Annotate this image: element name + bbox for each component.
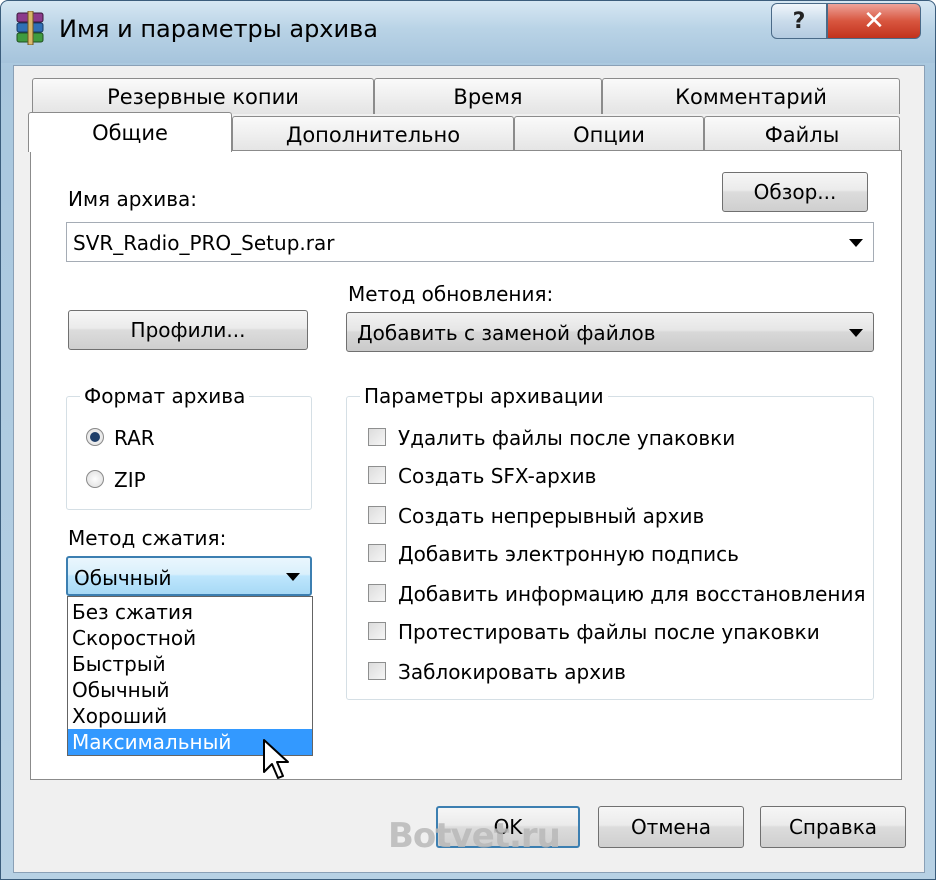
radio-rar-label: RAR xyxy=(114,426,155,450)
dropdown-option[interactable]: Быстрый xyxy=(68,651,312,677)
radio-rar[interactable] xyxy=(86,428,104,446)
tab-general[interactable]: Общие xyxy=(28,112,232,152)
cancel-button[interactable]: Отмена xyxy=(598,806,744,848)
radio-zip[interactable] xyxy=(86,470,104,488)
compression-method-select[interactable]: Обычный xyxy=(66,556,312,596)
chevron-down-icon[interactable] xyxy=(849,329,863,337)
checkbox-recovery-record-label: Добавить информацию для восстановления xyxy=(398,582,866,606)
checkbox-solid-archive[interactable] xyxy=(368,506,386,524)
archive-format-group xyxy=(66,396,312,510)
checkbox-create-sfx[interactable] xyxy=(368,466,386,484)
tab-time[interactable]: Время xyxy=(374,78,602,114)
watermark: Botvet.ru xyxy=(388,816,561,856)
tab-backups[interactable]: Резервные копии xyxy=(32,78,374,114)
update-method-select[interactable]: Добавить с заменой файлов xyxy=(346,312,874,352)
compression-method-label: Метод сжатия: xyxy=(68,526,227,550)
chevron-down-icon[interactable] xyxy=(849,239,863,247)
tab-comment[interactable]: Комментарий xyxy=(602,78,900,114)
help-button[interactable]: Справка xyxy=(760,806,906,848)
checkbox-digital-signature[interactable] xyxy=(368,544,386,562)
radio-zip-label: ZIP xyxy=(114,468,146,492)
checkbox-create-sfx-label: Создать SFX-архив xyxy=(398,464,597,488)
window-title: Имя и параметры архива xyxy=(59,15,378,43)
compression-method-value: Обычный xyxy=(74,566,172,590)
archive-name-combobox[interactable]: SVR_Radio_PRO_Setup.rar xyxy=(66,222,874,262)
checkbox-recovery-record[interactable] xyxy=(368,584,386,602)
checkbox-test-files-label: Протестировать файлы после упаковки xyxy=(398,620,820,644)
chevron-down-icon[interactable] xyxy=(286,573,300,581)
tab-options[interactable]: Опции xyxy=(514,116,704,152)
browse-button[interactable]: Обзор... xyxy=(722,172,868,212)
checkbox-lock-archive-label: Заблокировать архив xyxy=(398,660,626,684)
title-help-button[interactable]: ? xyxy=(771,3,827,39)
archive-name-value: SVR_Radio_PRO_Setup.rar xyxy=(73,231,335,255)
archive-options-title: Параметры архивации xyxy=(360,384,608,408)
mouse-pointer-icon xyxy=(262,738,292,786)
checkbox-digital-signature-label: Добавить электронную подпись xyxy=(398,542,739,566)
update-method-value: Добавить с заменой файлов xyxy=(357,321,656,345)
tab-files[interactable]: Файлы xyxy=(704,116,900,152)
radio-selected-dot xyxy=(90,432,100,442)
dropdown-option[interactable]: Хороший xyxy=(68,703,312,729)
dropdown-option[interactable]: Скоростной xyxy=(68,625,312,651)
profiles-button[interactable]: Профили... xyxy=(68,310,308,350)
title-close-button[interactable]: ✕ xyxy=(827,3,921,39)
archive-name-label: Имя архива: xyxy=(68,187,198,211)
compression-dropdown-list[interactable]: Без сжатия Скоростной Быстрый Обычный Хо… xyxy=(67,596,313,756)
checkbox-solid-archive-label: Создать непрерывный архив xyxy=(398,504,705,528)
checkbox-delete-files[interactable] xyxy=(368,428,386,446)
archive-format-title: Формат архива xyxy=(80,384,250,408)
checkbox-lock-archive[interactable] xyxy=(368,662,386,680)
dropdown-option[interactable]: Без сжатия xyxy=(68,599,312,625)
tab-advanced[interactable]: Дополнительно xyxy=(232,116,514,152)
dropdown-option[interactable]: Обычный xyxy=(68,677,312,703)
checkbox-delete-files-label: Удалить файлы после упаковки xyxy=(398,426,736,450)
title-bar[interactable]: Имя и параметры архива ? ✕ xyxy=(1,1,935,63)
update-method-label: Метод обновления: xyxy=(348,282,554,306)
winrar-books-icon xyxy=(13,10,47,46)
checkbox-test-files[interactable] xyxy=(368,622,386,640)
